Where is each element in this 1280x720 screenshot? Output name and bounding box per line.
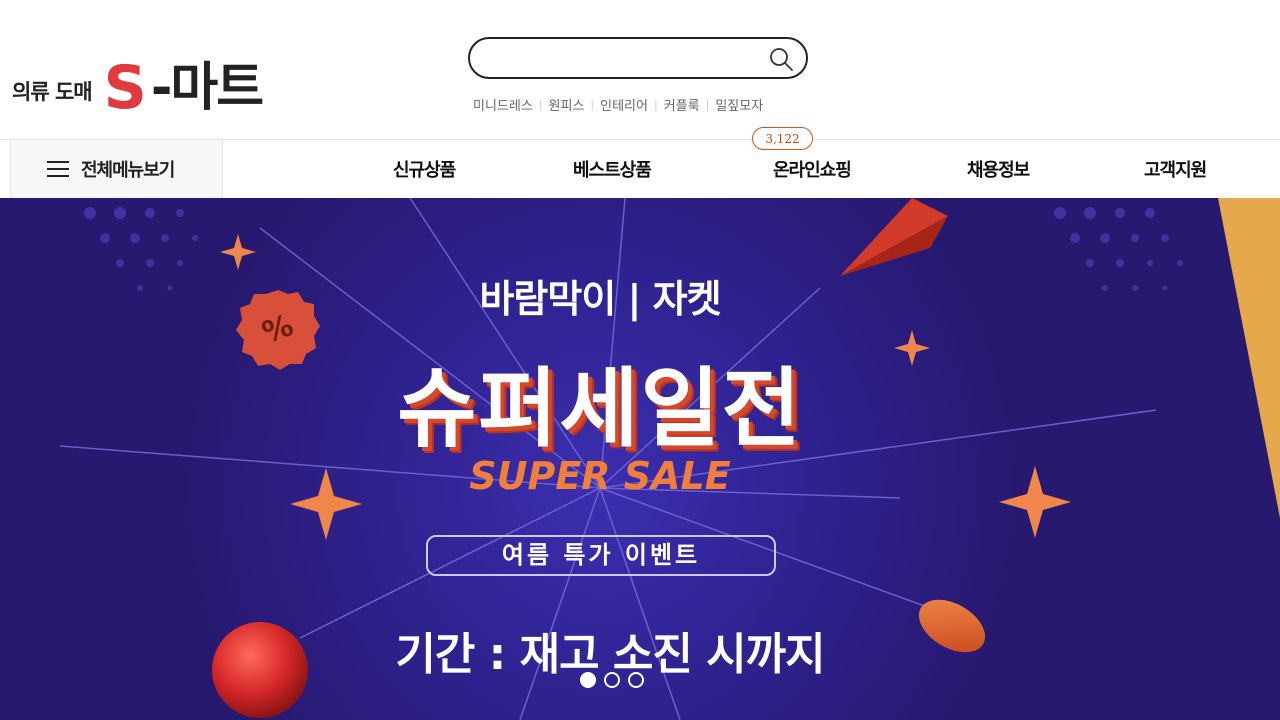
site-logo[interactable]: 의류 도매 S -마트: [12, 53, 264, 123]
site-header: 의류 도매 S -마트 미니드레스 | 원피스 | 인테리어 | 커플룩 | 밀…: [0, 0, 1280, 139]
nav-item-best-products[interactable]: 베스트상품: [573, 140, 652, 198]
keyword-link[interactable]: 인테리어: [600, 95, 648, 114]
keyword-separator: |: [590, 98, 595, 111]
keyword-separator: |: [653, 98, 658, 111]
nav-item-customer-support[interactable]: 고객지원: [1144, 140, 1207, 198]
logo-subtitle: 의류 도매: [12, 80, 93, 104]
main-nav: 전체메뉴보기 신규상품 베스트상품 온라인쇼핑 채용정보 고객지원 3,122: [0, 127, 1280, 198]
popular-keywords: 미니드레스 | 원피스 | 인테리어 | 커플룩 | 밀짚모자: [473, 95, 763, 114]
percent-badge: %: [257, 307, 298, 352]
main-banner[interactable]: % 바람막이 | 자켓 슈퍼세일전 SUPER SALE 여름 특가 이벤트 기…: [0, 198, 1280, 720]
keyword-link[interactable]: 원피스: [549, 95, 585, 114]
search-input[interactable]: [486, 45, 756, 71]
slide-dot-2[interactable]: [604, 672, 620, 688]
logo-s-letter: S: [103, 53, 147, 123]
keyword-separator: |: [538, 98, 543, 111]
hamburger-icon: [47, 161, 69, 177]
banner-subtitle: 바람막이 | 자켓: [479, 277, 721, 321]
banner-title: 슈퍼세일전: [397, 359, 803, 459]
slide-dot-3[interactable]: [628, 672, 644, 688]
slide-dot-1[interactable]: [580, 672, 596, 688]
keyword-link[interactable]: 밀짚모자: [715, 95, 763, 114]
all-menu-label: 전체메뉴보기: [81, 160, 175, 181]
nav-item-new-products[interactable]: 신규상품: [393, 140, 456, 198]
count-badge: 3,122: [752, 127, 813, 150]
nav-item-recruitment[interactable]: 채용정보: [967, 140, 1030, 198]
logo-main-text: -마트: [150, 58, 264, 118]
search-icon[interactable]: [768, 46, 794, 72]
banner-event-label: 여름 특가 이벤트: [426, 535, 776, 576]
keyword-link[interactable]: 미니드레스: [473, 95, 533, 114]
keyword-link[interactable]: 커플룩: [664, 95, 700, 114]
keyword-separator: |: [705, 98, 710, 111]
banner-content: % 바람막이 | 자켓 슈퍼세일전 SUPER SALE 여름 특가 이벤트 기…: [0, 198, 1280, 720]
slider-pagination: [580, 672, 644, 688]
banner-title-en: SUPER SALE: [469, 454, 731, 498]
all-menu-button[interactable]: 전체메뉴보기: [10, 140, 223, 198]
search-box: [468, 37, 808, 79]
